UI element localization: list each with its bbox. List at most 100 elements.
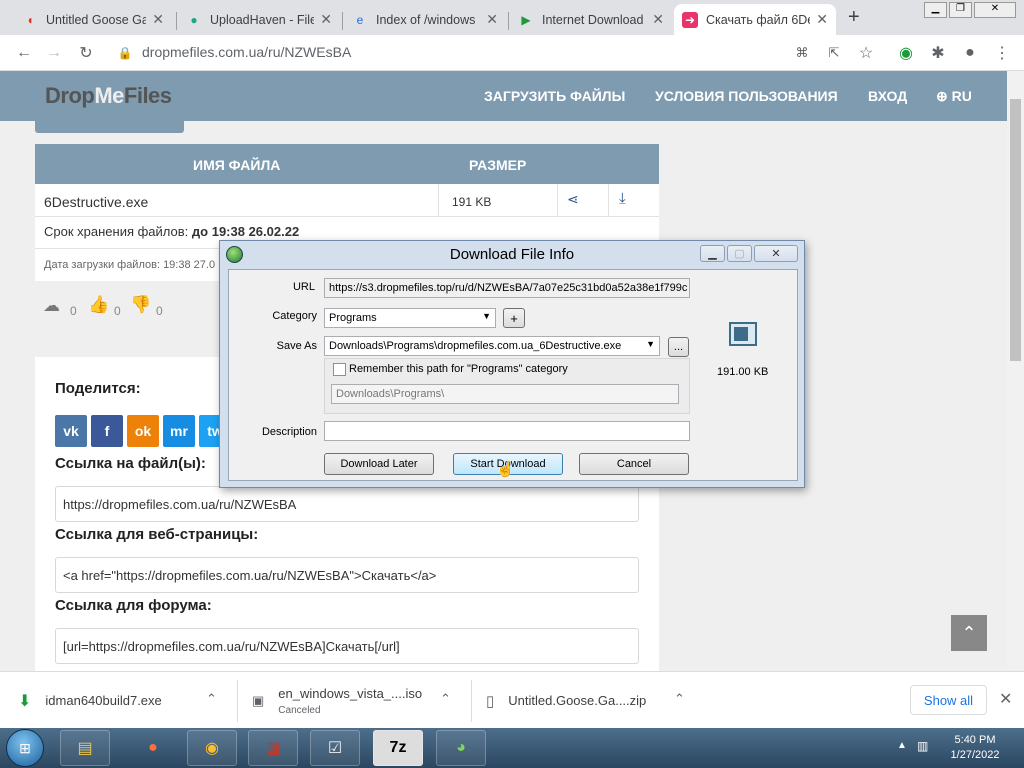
browse-button[interactable]: ... <box>668 337 689 357</box>
save-as-select[interactable]: Downloads\Programs\dropmefiles.com.ua_6D… <box>324 336 660 356</box>
remember-path-label[interactable]: Remember this path for "Programs" catego… <box>349 363 568 375</box>
show-all-button[interactable]: Show all <box>910 685 987 715</box>
lock-icon[interactable]: 🔒 <box>113 41 137 65</box>
mailru-share-button[interactable]: mr <box>163 415 195 447</box>
windows-taskbar: ⊞ ▤ ● ◉ ▦ ☑ 7z ◕ ▲ ▥ 5:40 PM 1/27/2022 <box>0 728 1024 768</box>
nav-login[interactable]: ВХОД <box>868 88 907 104</box>
thumbs-up-icon[interactable]: 👍 <box>88 295 109 315</box>
chevron-up-icon[interactable]: ⌃ <box>206 691 217 707</box>
network-icon[interactable]: ▥ <box>917 739 928 753</box>
close-icon[interactable]: ✕ <box>320 11 332 28</box>
cancel-button[interactable]: Cancel <box>579 453 689 475</box>
7zip-icon[interactable]: 7z <box>373 730 423 766</box>
remember-path-checkbox[interactable] <box>333 363 346 376</box>
close-icon[interactable]: ✕ <box>816 11 828 28</box>
chevron-up-icon[interactable]: ⌃ <box>674 691 685 707</box>
facebook-share-button[interactable]: f <box>91 415 123 447</box>
upload-date: Дата загрузки файлов: 19:38 27.0 <box>44 259 216 271</box>
web-link-field[interactable]: <a href="https://dropmefiles.com.ua/ru/N… <box>55 557 639 593</box>
vk-share-button[interactable]: vk <box>55 415 87 447</box>
start-button[interactable]: ⊞ <box>6 729 44 767</box>
extensions-puzzle-icon[interactable]: ✱ <box>926 41 950 65</box>
menu-kebab-icon[interactable]: ⋮ <box>990 41 1014 65</box>
close-window-button[interactable]: ✕ <box>974 2 1016 18</box>
forward-arrow-icon[interactable]: → <box>42 41 66 65</box>
odnoklassniki-share-button[interactable]: ok <box>127 415 159 447</box>
download-item[interactable]: ▯ Untitled.Goose.Ga....zip ⌃ <box>486 672 704 729</box>
tab-index-windows[interactable]: e Index of /windows ✕ <box>344 4 506 35</box>
page-scrollbar[interactable] <box>1007 71 1024 671</box>
mouse-cursor-icon: ☝ <box>496 461 515 478</box>
firefox-icon[interactable]: ● <box>128 730 178 766</box>
category-select[interactable]: Programs ▼ <box>324 308 496 328</box>
idm-icon[interactable]: ◕ <box>436 730 486 766</box>
new-tab-button[interactable]: + <box>848 6 860 29</box>
iso-file-icon: ▣ <box>252 692 265 708</box>
nav-upload-files[interactable]: ЗАГРУЗИТЬ ФАЙЛЫ <box>484 88 625 104</box>
dialog-minimize-button[interactable]: ▁ <box>700 245 725 262</box>
file-table-header: ИМЯ ФАЙЛА РАЗМЕР <box>35 144 659 184</box>
bookmark-star-icon[interactable]: ☆ <box>854 41 878 65</box>
url-field[interactable]: https://s3.dropmefiles.top/ru/d/NZWEsBA/… <box>324 278 690 298</box>
web-link-label: Ссылка для веб-страницы: <box>55 526 259 543</box>
globe-icon: ⊕ <box>936 88 948 104</box>
share-icon[interactable]: ⋖ <box>567 191 579 208</box>
nav-language[interactable]: ⊕ RU <box>936 88 972 105</box>
nav-terms[interactable]: УСЛОВИЯ ПОЛЬЗОВАНИЯ <box>655 88 838 104</box>
checklist-icon[interactable]: ☑ <box>310 730 360 766</box>
idm-extension-icon[interactable]: ◉ <box>894 41 918 65</box>
file-name[interactable]: 6Destructive.exe <box>44 194 148 210</box>
tab-internet-download[interactable]: ▶ Internet Download ✕ <box>510 4 672 35</box>
download-icon[interactable]: ⤓ <box>619 190 626 207</box>
scrollbar-thumb[interactable] <box>1010 99 1021 361</box>
dropmefiles-favicon-icon: ➜ <box>682 11 698 28</box>
tab-goose[interactable]: ◖ Untitled Goose Gar ✕ <box>14 4 172 35</box>
forum-link-label: Ссылка для форума: <box>55 597 212 614</box>
dislike-count: 0 <box>156 304 163 318</box>
close-icon[interactable]: ✕ <box>486 11 498 28</box>
forum-link-field[interactable]: [url=https://dropmefiles.com.ua/ru/NZWEs… <box>55 628 639 664</box>
minimize-button[interactable]: ▁ <box>924 2 947 18</box>
file-size: 191 KB <box>452 195 492 209</box>
download-cloud-icon[interactable]: ☁ <box>43 296 60 316</box>
add-category-button[interactable]: + <box>503 308 525 328</box>
dropdown-arrow-icon: ▼ <box>646 339 655 349</box>
description-field[interactable] <box>324 421 690 441</box>
dialog-body: URL https://s3.dropmefiles.top/ru/d/NZWE… <box>228 269 798 481</box>
reload-icon[interactable]: ↻ <box>74 41 98 65</box>
download-item[interactable]: ▣ en_windows_vista_....iso Canceled ⌃ <box>252 672 470 729</box>
dialog-maximize-button[interactable]: ▢ <box>727 245 752 262</box>
download-later-button[interactable]: Download Later <box>324 453 434 475</box>
chevron-up-icon[interactable]: ⌃ <box>440 691 451 707</box>
download-file-info-dialog: Download File Info ▁ ▢ ✕ URL https://s3.… <box>219 240 805 488</box>
clock[interactable]: 5:40 PM 1/27/2022 <box>940 733 1010 763</box>
share-title: Поделится: <box>55 380 141 397</box>
file-link-field[interactable]: https://dropmefiles.com.ua/ru/NZWEsBA <box>55 486 639 522</box>
thumbs-down-icon[interactable]: 👎 <box>130 295 151 315</box>
browser-toolbar: ← → ↻ 🔒 dropmefiles.com.ua/ru/NZWEsBA ⌘ … <box>0 35 1024 71</box>
column-filename: ИМЯ ФАЙЛА <box>193 157 281 173</box>
explorer-icon[interactable]: ▤ <box>60 730 110 766</box>
translate-icon[interactable]: ⌘ <box>790 41 814 65</box>
restore-button[interactable]: ❐ <box>949 2 972 18</box>
play-favicon-icon: ▶ <box>521 12 531 27</box>
scroll-to-top-button[interactable]: ⌃ <box>951 615 987 651</box>
chrome-icon[interactable]: ◉ <box>187 730 237 766</box>
close-downloads-bar-icon[interactable]: ✕ <box>999 689 1012 709</box>
close-icon[interactable]: ✕ <box>652 11 664 28</box>
url-label: URL <box>292 281 315 293</box>
tab-uploadhaven[interactable]: ● UploadHaven - File ✕ <box>178 4 340 35</box>
profile-avatar-icon[interactable]: ● <box>958 41 982 65</box>
tray-arrow-icon[interactable]: ▲ <box>897 740 907 751</box>
save-as-label: Save As <box>276 340 317 352</box>
back-arrow-icon[interactable]: ← <box>12 41 36 65</box>
dialog-close-button[interactable]: ✕ <box>754 245 798 262</box>
address-bar[interactable]: dropmefiles.com.ua/ru/NZWEsBA <box>142 44 351 60</box>
close-icon[interactable]: ✕ <box>152 11 164 28</box>
toolbox-icon[interactable]: ▦ <box>248 730 298 766</box>
share-icon[interactable]: ⇱ <box>822 41 846 65</box>
file-size-label: 191.00 KB <box>717 366 769 378</box>
tab-dropmefiles[interactable]: ➜ Скачать файл 6De ✕ <box>674 4 836 35</box>
dropmefiles-logo[interactable]: DropMeFiles <box>45 83 172 109</box>
download-item[interactable]: ⬇ idman640build7.exe ⌃ <box>18 672 236 729</box>
